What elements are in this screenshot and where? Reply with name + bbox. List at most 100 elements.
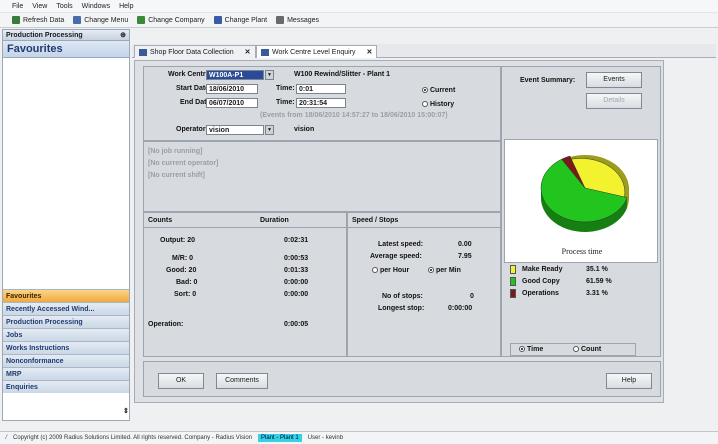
legend-value: 61.59 % [586,278,612,285]
pane-header: Production Processing ⊕ [3,30,129,41]
radio-selected-icon [422,87,428,94]
menu-windows[interactable]: Windows [82,3,110,10]
legend-value: 3.31 % [586,290,608,297]
count-duration: 0:00:00 [284,291,309,298]
speed-stops-panel: Speed / Stops Latest speed: 0.00 Average… [347,212,501,357]
favourites-title: Favourites [3,41,129,58]
toolbar-messages-button[interactable]: Messages [276,16,319,24]
nav-item-favourites[interactable]: Favourites [3,289,129,302]
work-centre-select[interactable]: W100A-P1 [206,70,264,80]
menu-file[interactable]: File [12,3,23,10]
start-date-field[interactable]: 18/06/2010 [206,84,258,94]
status-panel: [No job running] [No current operator] [… [143,141,501,212]
time-radio[interactable]: Time [519,346,543,353]
help-button[interactable]: Help [606,373,652,389]
close-icon[interactable]: ✕ [245,48,251,56]
legend-swatch [510,277,516,286]
pane-title: Production Processing [6,31,83,39]
end-date-field[interactable]: 06/07/2010 [206,98,258,108]
count-radio[interactable]: Count [573,346,601,353]
legend-label: Operations [522,290,559,297]
operator-name: vision [294,126,315,133]
operator-status: [No current operator] [148,160,219,167]
count-label: Bad: 0 [176,279,198,286]
refresh-icon [12,16,20,24]
radio-selected-icon [428,267,434,274]
details-button[interactable]: Details [586,93,642,109]
count-duration: 0:01:33 [284,267,309,274]
counts-header: Counts [148,217,173,224]
shift-status: [No current shift] [148,172,205,179]
events-button[interactable]: Events [586,72,642,88]
end-time-field[interactable]: 20:31:54 [296,98,346,108]
tab-work-centre-level-enquiry[interactable]: Work Centre Level Enquiry ✕ [256,45,378,58]
close-icon[interactable]: ✕ [367,48,373,56]
count-duration: 0:00:53 [284,255,309,262]
chevron-down-icon[interactable]: ▼ [265,70,274,80]
legend-label: Make Ready [522,266,563,273]
nav-item-production-processing[interactable]: Production Processing [3,315,129,328]
count-duration: 0:02:31 [284,237,309,244]
count-duration: 0:00:00 [284,279,309,286]
longest-stop-label: Longest stop: [378,305,425,312]
toolbar-change-menu-button[interactable]: Change Menu [73,16,128,24]
chevron-down-icon[interactable]: ▼ [265,125,274,135]
chart-mode-group: Time Count [510,343,636,356]
menu-icon [73,16,82,24]
legend-label: Good Copy [522,278,560,285]
nav-item-nonconformance[interactable]: Nonconformance [3,354,129,367]
toolbar-change-plant-button[interactable]: Change Plant [213,16,268,24]
toolbar: Refresh Data Change Menu Change Company Cha… [0,13,718,28]
start-time-field[interactable]: 0:01 [296,84,346,94]
toolbar-refresh-data-button[interactable]: Refresh Data [12,16,64,24]
plant-icon [213,16,222,24]
nav-item-enquiries[interactable]: Enquiries [3,380,129,393]
tab-shop-floor-data-collection[interactable]: Shop Floor Data Collection ✕ [134,45,256,58]
status-bar: ⁄ Copyright (c) 2009 Radius Solutions Li… [0,431,718,444]
history-radio[interactable]: History [422,101,454,108]
toolbar-label: Messages [287,16,319,24]
operation-label: Operation: [148,321,184,328]
nav-item-works-instructions[interactable]: Works Instructions [3,341,129,354]
menu-help[interactable]: Help [119,3,133,10]
resize-grip-icon: ⁄ [6,435,8,441]
end-time-label: Time: [276,99,295,106]
nav-item-jobs[interactable]: Jobs [3,328,129,341]
count-label: Output: 20 [160,237,195,244]
per-hour-radio[interactable]: per Hour [372,267,409,274]
ok-button[interactable]: OK [158,373,204,389]
latest-speed-value: 0.00 [458,241,472,248]
toolbar-change-company-button[interactable]: Change Company [137,16,205,24]
stops-label: No of stops: [382,293,423,300]
operator-label: Operator: [176,126,208,133]
comments-button[interactable]: Comments [216,373,268,389]
tab-label: Work Centre Level Enquiry [272,48,356,56]
event-summary-label: Event Summary: [520,77,576,84]
per-min-radio[interactable]: per Min [428,267,461,274]
copyright-text: Copyright (c) 2009 Radius Solutions Limi… [13,435,253,441]
work-centre-enquiry-window: Work Centre: W100A-P1 ▼ W100 Rewind/Slit… [134,60,664,403]
pin-icon[interactable]: ⊕ [120,31,126,39]
window-icon [261,48,269,56]
nav-item-mrp[interactable]: MRP [3,367,129,380]
count-label: M/R: 0 [172,255,193,262]
count-label: Sort: 0 [174,291,197,298]
radio-icon [422,101,428,108]
legend-swatch [510,265,516,274]
button-bar: OK Comments Help [143,361,661,397]
chart-title: Process time [561,247,603,256]
legend-swatch [510,289,516,298]
operator-select[interactable]: vision [206,125,264,135]
latest-speed-label: Latest speed: [378,241,424,248]
scroll-arrows-icon[interactable]: ⇕ [123,407,129,415]
counts-panel: Counts Duration Output: 20 0:02:31 M/R: 0 0… [143,212,347,357]
menu-tools[interactable]: Tools [56,3,72,10]
nav-item-recently-accessed-wind[interactable]: Recently Accessed Wind... [3,302,129,315]
current-radio[interactable]: Current [422,87,455,94]
menu-view[interactable]: View [32,3,47,10]
work-centre-description: W100 Rewind/Slitter - Plant 1 [294,71,391,78]
process-time-pie-chart [540,155,629,232]
user-indicator: User - kevinb [307,435,344,441]
speed-header: Speed / Stops [352,217,399,224]
toolbar-label: Change Plant [224,16,268,24]
